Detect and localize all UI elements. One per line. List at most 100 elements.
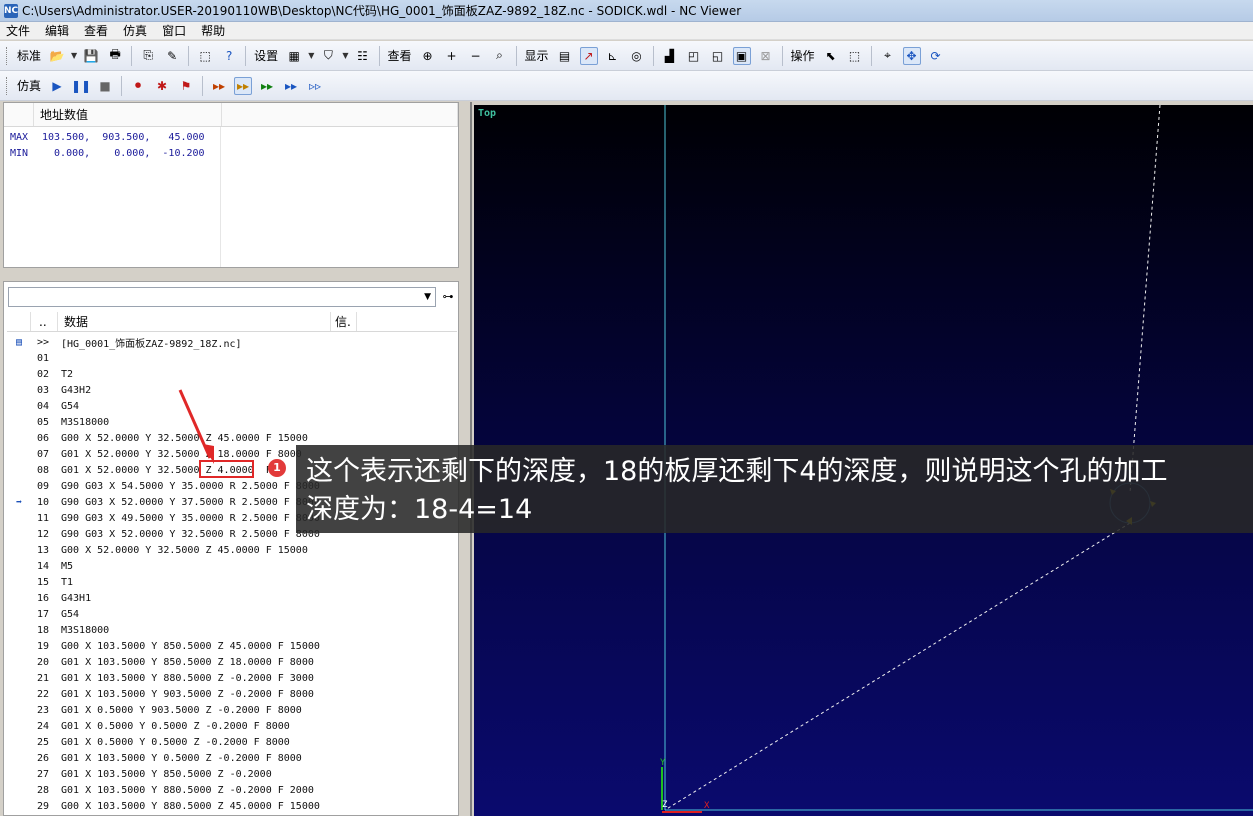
code-col-data[interactable]: 数据 [58,312,331,331]
find-button[interactable]: ⊶ [440,287,456,307]
toolbar-simulate-label: 仿真 [17,79,42,93]
export-icon[interactable]: ⬚ [196,47,214,65]
menu-edit[interactable]: 编辑 [45,22,69,39]
select-box-icon[interactable]: ⬚ [846,47,864,65]
chevron-down-icon[interactable]: ▼ [424,292,431,302]
display-list-icon[interactable]: ▤ [556,47,574,65]
code-row[interactable]: 29 G00 X 103.5000 Y 880.5000 Z 45.0000 F … [7,798,457,814]
display-solid-icon[interactable]: ▟ [661,47,679,65]
code-row[interactable]: 28 G01 X 103.5000 Y 880.5000 Z -0.2000 F … [7,782,457,798]
properties-icon[interactable]: ☷ [354,47,372,65]
separator [245,45,247,66]
filter-dropdown-icon[interactable]: ▼ [342,51,348,60]
code-row[interactable]: 04 G54 [7,398,457,414]
code-row[interactable]: 03 G43H2 [7,382,457,398]
line-number: 01 [37,352,50,364]
menu-window[interactable]: 窗口 [162,22,186,39]
code-row[interactable]: 19 G00 X 103.5000 Y 850.5000 Z 45.0000 F … [7,638,457,654]
annotation-callout: 这个表示还剩下的深度，18的板厚还剩下4的深度，则说明这个孔的加工 深度为：18… [296,445,1253,533]
open-folder-icon[interactable]: 📂 [48,47,66,65]
code-row[interactable]: 21 G01 X 103.5000 Y 880.5000 Z -0.2000 F … [7,670,457,686]
code-row[interactable]: 14 M5 [7,558,457,574]
code-col-info[interactable]: 信. [331,312,357,331]
code-text: G01 X 103.5000 Y 880.5000 Z -0.2000 F 30… [61,672,314,684]
open-dropdown-icon[interactable]: ▼ [71,51,77,60]
fastest-icon[interactable]: ▸▸ [282,77,300,95]
play-icon[interactable]: ▶ [48,77,66,95]
zoom-out-icon[interactable]: − [467,47,485,65]
display-frame-icon[interactable]: ▣ [732,46,751,65]
zoom-window-icon[interactable]: ⌕ [491,47,509,65]
display-tool-icon[interactable]: ◎ [628,47,646,65]
menu-view[interactable]: 查看 [84,22,108,39]
code-row[interactable]: 16 G43H1 [7,590,457,606]
faster-icon[interactable]: ▸▸ [258,77,276,95]
line-number: 14 [37,560,50,572]
display-axis-icon[interactable]: ⊾ [604,47,622,65]
menu-help[interactable]: 帮助 [201,22,225,39]
toolbar-view-label: 查看 [387,49,412,63]
address-col-header[interactable]: 地址数值 [34,103,222,126]
flag-icon[interactable]: ⚑ [177,77,195,95]
code-row[interactable]: 17 G54 [7,606,457,622]
code-row[interactable]: 02 T2 [7,366,457,382]
code-text: G43H1 [61,592,92,604]
code-row[interactable]: 25 G01 X 0.5000 Y 0.5000 Z -0.2000 F 8000 [7,734,457,750]
filter-icon[interactable]: ⛉ [319,47,337,65]
grid-dropdown-icon[interactable]: ▼ [308,51,314,60]
line-number: 24 [37,720,50,732]
max-speed-icon[interactable]: ▹▹ [306,77,324,95]
code-row[interactable]: 27 G01 X 103.5000 Y 850.5000 Z -0.2000 [7,766,457,782]
code-list: ▤ >> [HG_0001_饰面板ZAZ-9892_18Z.nc] 01 02 T2 03 G… [7,334,457,814]
edit-icon[interactable]: ✎ [163,47,181,65]
line-number: 20 [37,656,50,668]
pause-icon[interactable]: ❚❚ [71,77,91,95]
stop-icon[interactable]: ■ [96,77,114,95]
step-forward-icon[interactable]: ▸▸ [210,77,228,95]
code-row[interactable]: 05 M3S18000 [7,414,457,430]
toolbar-grip[interactable] [6,46,9,65]
display-outline-icon[interactable]: ◱ [709,47,727,65]
record-icon[interactable]: ⏺ [129,77,147,95]
display-disabled-icon[interactable]: ⊠ [757,47,775,65]
zoom-in-icon[interactable]: + [443,47,461,65]
binoculars-icon: ⊶ [442,290,454,303]
code-row[interactable]: 06 G00 X 52.0000 Y 32.5000 Z 45.0000 F 15… [7,430,457,446]
code-col-dots[interactable]: .. [31,312,58,331]
measure-icon[interactable]: ⌖ [879,47,897,65]
code-row[interactable]: 18 M3S18000 [7,622,457,638]
pan-icon[interactable]: ✥ [902,46,921,65]
breakpoint-icon[interactable]: ✱ [153,77,171,95]
copy-icon[interactable]: ⎘ [139,47,157,65]
select-icon[interactable]: ⬉ [822,47,840,65]
search-combo[interactable]: ▼ [8,287,436,307]
line-number: 08 [37,464,50,476]
code-row[interactable]: 01 [7,350,457,366]
code-row[interactable]: 20 G01 X 103.5000 Y 850.5000 Z 18.0000 F … [7,654,457,670]
menu-simulate[interactable]: 仿真 [123,22,147,39]
help-icon[interactable]: ? [220,47,238,65]
rotate-icon[interactable]: ⟳ [927,47,945,65]
toolbar-grip[interactable] [6,76,9,95]
code-row[interactable]: 24 G01 X 0.5000 Y 0.5000 Z -0.2000 F 8000 [7,718,457,734]
line-number: 07 [37,448,50,460]
code-row[interactable]: 26 G01 X 103.5000 Y 0.5000 Z -0.2000 F 80… [7,750,457,766]
save-icon[interactable]: 💾 [82,47,100,65]
display-corner-icon[interactable]: ◰ [685,47,703,65]
code-row[interactable]: 23 G01 X 0.5000 Y 903.5000 Z -0.2000 F 80… [7,702,457,718]
code-row[interactable]: 15 T1 [7,574,457,590]
code-row[interactable]: 22 G01 X 103.5000 Y 903.5000 Z -0.2000 F … [7,686,457,702]
display-path-icon[interactable]: ↗ [579,46,598,65]
grid-settings-icon[interactable]: ▦ [285,47,303,65]
fast-forward-icon[interactable]: ▸▸ [234,76,253,95]
zoom-fit-icon[interactable]: ⊕ [419,47,437,65]
code-row[interactable]: 13 G00 X 52.0000 Y 32.5000 Z 45.0000 F 15… [7,542,457,558]
code-panel: ▼ ⊶ .. 数据 信. ▤ >> [HG_0001_饰面板ZAZ-9892_18Z… [3,281,459,816]
print-icon[interactable]: 🖶 [106,47,124,65]
code-text: M3S18000 [61,624,110,636]
line-number: 29 [37,800,50,812]
code-row[interactable]: ▤ >> [HG_0001_饰面板ZAZ-9892_18Z.nc] [7,334,457,350]
menu-file[interactable]: 文件 [6,22,30,39]
line-number: >> [37,336,50,348]
separator [378,45,380,66]
